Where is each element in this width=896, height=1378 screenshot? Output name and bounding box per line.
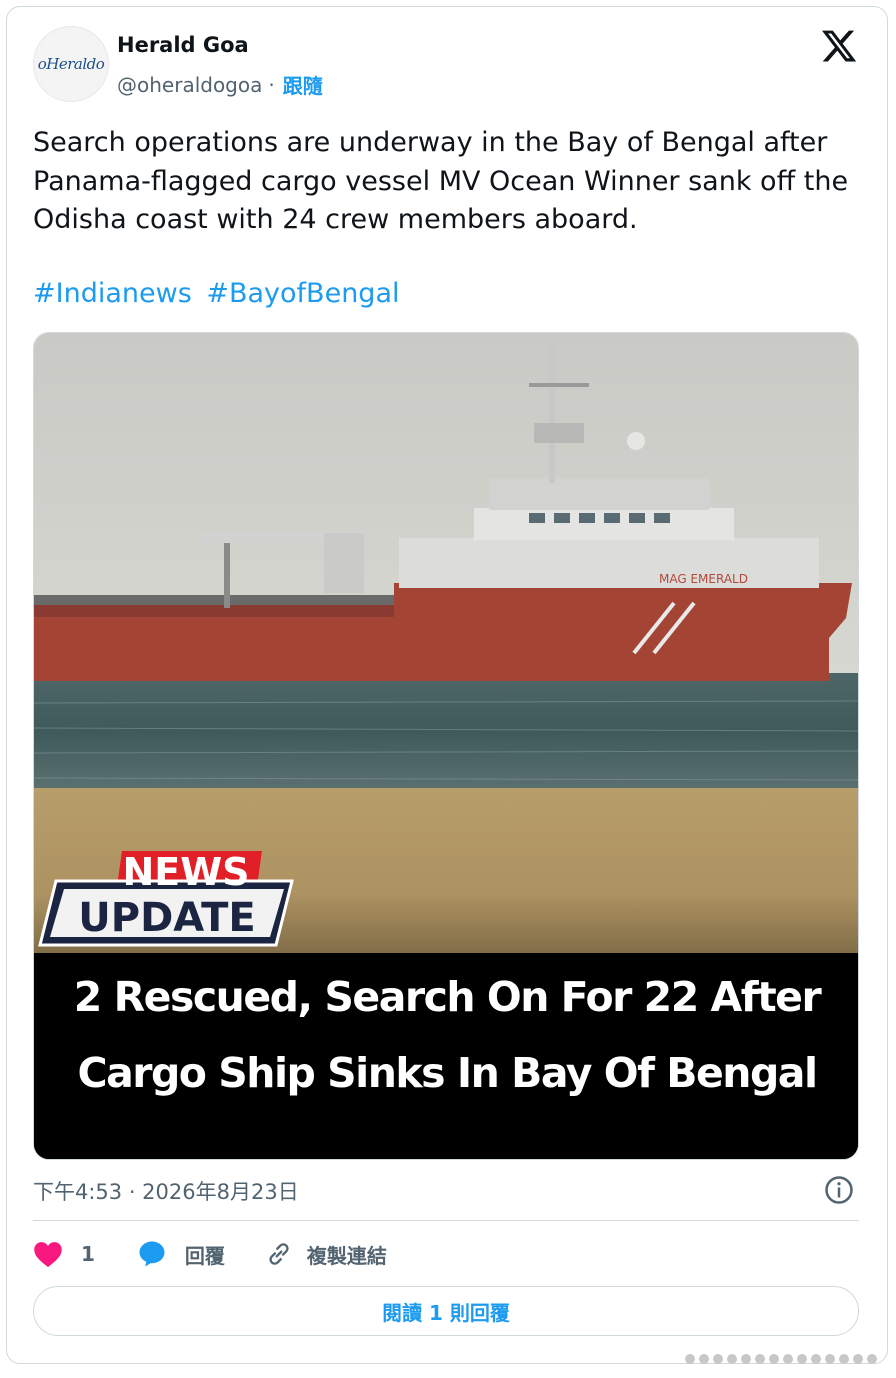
- copy-link-label: 複製連結: [306, 1243, 387, 1268]
- display-name[interactable]: Herald Goa: [117, 33, 249, 57]
- handle[interactable]: @oheraldogoa: [117, 73, 262, 97]
- divider: [33, 1220, 859, 1221]
- separator: ·: [268, 72, 275, 97]
- avatar-logo-text: oHeraldo: [37, 55, 105, 73]
- badge-news-text: NEWS: [122, 850, 249, 894]
- like-button[interactable]: 1: [33, 1240, 95, 1268]
- tweet-text: Search operations are underway in the Ba…: [33, 127, 849, 235]
- badge-update-text: UPDATE: [78, 895, 255, 941]
- hashtag-indianews[interactable]: #Indianews: [33, 278, 192, 309]
- follow-button[interactable]: 跟隨: [283, 70, 323, 99]
- heart-icon: [34, 1242, 62, 1268]
- tweet-image[interactable]: MAG EMERALD NEWS UPDATE 2 Rescued, Searc…: [33, 332, 859, 1160]
- info-icon[interactable]: [824, 1175, 854, 1205]
- scroll-indicator: [685, 1354, 877, 1364]
- timestamp[interactable]: 下午4:53 · 2026年8月23日: [33, 1176, 299, 1206]
- image-headline-line1: 2 Rescued, Search On For 22 After: [73, 973, 822, 1021]
- like-count: 1: [81, 1242, 95, 1266]
- x-logo-icon[interactable]: [820, 27, 858, 65]
- action-bar: 1 回覆 複製連結: [33, 1236, 387, 1272]
- read-replies-button[interactable]: 閱讀 1 則回覆: [33, 1286, 859, 1336]
- reply-button[interactable]: 回覆: [137, 1239, 225, 1269]
- news-image-graphic: MAG EMERALD NEWS UPDATE: [34, 333, 858, 1159]
- reply-label: 回覆: [184, 1243, 225, 1268]
- reply-bubble-icon: [139, 1241, 165, 1267]
- handle-row: @oheraldogoa · 跟隨: [117, 70, 323, 99]
- hashtags: #Indianews #BayofBengal: [33, 278, 406, 309]
- hashtag-bayofbengal[interactable]: #BayofBengal: [206, 278, 399, 309]
- avatar[interactable]: oHeraldo: [33, 26, 109, 102]
- image-headline-line2: Cargo Ship Sinks In Bay Of Bengal: [77, 1049, 818, 1097]
- copy-link-button[interactable]: 複製連結: [265, 1240, 387, 1269]
- ship-name-text: MAG EMERALD: [659, 572, 748, 586]
- link-icon: [269, 1243, 289, 1265]
